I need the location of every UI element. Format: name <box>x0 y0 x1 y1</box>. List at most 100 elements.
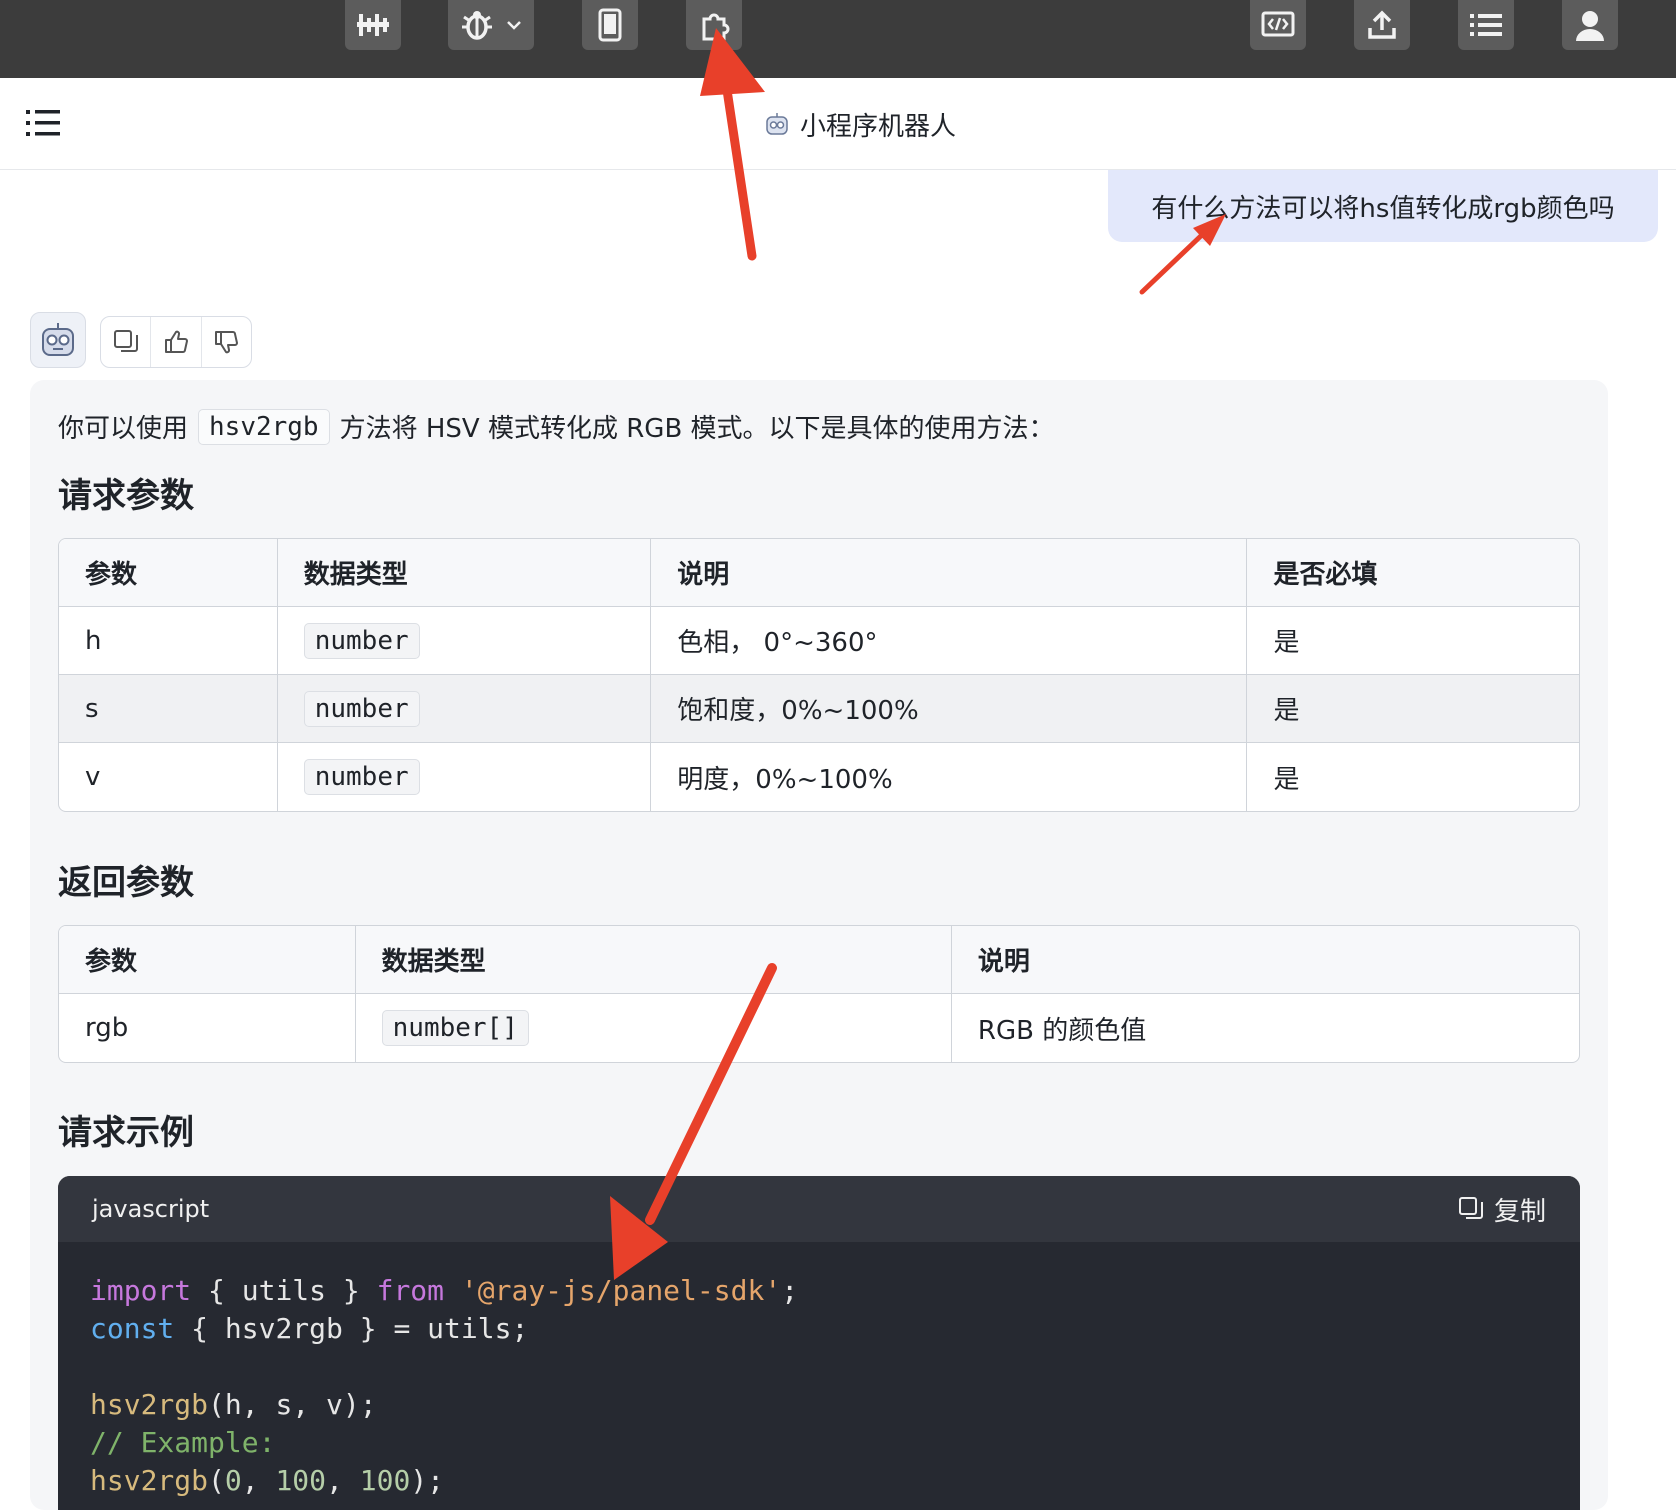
code-block-header: javascript 复制 <box>58 1176 1580 1242</box>
code-token: , <box>241 1464 276 1497</box>
code-token: { utils } <box>191 1274 377 1307</box>
table-cell: 是 <box>1247 675 1579 743</box>
bot-answer: 你可以使用 hsv2rgb 方法将 HSV 模式转化成 RGB 模式。以下是具体… <box>30 380 1608 1510</box>
copy-icon <box>113 330 138 352</box>
type-code: number <box>303 622 420 659</box>
debug-button[interactable] <box>448 0 534 50</box>
table-header: 参数 <box>59 926 356 994</box>
table-header-row: 参数 数据类型 说明 <box>59 926 1579 994</box>
page-title-text: 小程序机器人 <box>800 111 957 142</box>
table-header: 数据类型 <box>355 926 952 994</box>
answer-intro: 你可以使用 hsv2rgb 方法将 HSV 模式转化成 RGB 模式。以下是具体… <box>58 408 1055 445</box>
menu-icon[interactable] <box>26 108 60 138</box>
table-cell: 饱和度，0%~100% <box>651 675 1248 743</box>
chat-header: 小程序机器人 <box>0 78 1676 170</box>
code-token: from <box>376 1274 445 1307</box>
chat-area: 有什么方法可以将hs值转化成rgb颜色吗 你可以使用 hsv2rgb 方法将 H… <box>0 170 1676 1510</box>
table-cell: 是 <box>1273 764 1300 795</box>
user-icon <box>1576 11 1604 41</box>
request-params-table: 参数 数据类型 说明 是否必填 h number 色相， 0°~360° 是 s… <box>58 538 1580 812</box>
page-title: 小程序机器人 <box>764 100 956 148</box>
code-block: javascript 复制 import { utils } from '@ra… <box>58 1176 1580 1510</box>
table-header-row: 参数 数据类型 说明 是否必填 <box>59 539 1579 607</box>
thumbs-down-icon <box>215 331 239 354</box>
code-token: ); <box>410 1464 445 1497</box>
code-window-icon <box>1261 11 1295 37</box>
code-token: (h, s, v); <box>208 1388 377 1421</box>
request-params-title: 请求参数 <box>58 476 194 516</box>
return-params-title: 返回参数 <box>58 863 194 903</box>
device-preview-button[interactable] <box>582 0 638 50</box>
code-view-button[interactable] <box>1250 0 1306 50</box>
like-button[interactable] <box>151 317 202 367</box>
code-token: ( <box>208 1464 225 1497</box>
request-example-title: 请求示例 <box>58 1113 194 1153</box>
table-row: h number 色相， 0°~360° 是 <box>59 607 1579 675</box>
compile-button[interactable] <box>345 0 401 50</box>
account-button[interactable] <box>1562 0 1618 50</box>
list-icon <box>1470 14 1502 36</box>
code-token: 0 <box>224 1464 242 1497</box>
code-token: , <box>326 1464 360 1497</box>
table-cell: s <box>59 675 278 743</box>
code-token: ; <box>781 1274 799 1307</box>
table-cell: h <box>59 607 278 675</box>
table-cell: number[] <box>356 994 952 1062</box>
table-cell: 明度，0%~100% <box>651 743 1248 811</box>
puzzle-icon <box>702 13 730 41</box>
copy-code-button[interactable]: 复制 <box>1458 1191 1546 1228</box>
code-content: import { utils } from '@ray-js/panel-sdk… <box>58 1242 1580 1510</box>
code-token: // Example: <box>90 1426 276 1459</box>
chevron-down-icon <box>507 21 521 30</box>
code-token: const <box>90 1312 175 1345</box>
table-row: rgb number[] RGB 的颜色值 <box>59 994 1579 1062</box>
copy-code-label: 复制 <box>1493 1196 1546 1227</box>
table-header: 是否必填 <box>1247 539 1579 607</box>
table-cell: number <box>277 675 652 743</box>
code-token: '@ray-js/panel-sdk' <box>460 1274 782 1307</box>
code-token: hsv2rgb <box>90 1464 209 1497</box>
intro-text: 你可以使用 <box>58 414 189 444</box>
table-header: 说明 <box>651 539 1248 607</box>
bot-avatar <box>30 312 86 368</box>
dislike-button[interactable] <box>202 317 251 367</box>
table-cell: number <box>277 607 652 675</box>
table-cell: number <box>278 743 652 811</box>
code-token: { hsv2rgb } = utils; <box>174 1312 529 1345</box>
table-row: v number 明度，0%~100% 是 <box>59 743 1579 811</box>
table-cell: rgb <box>59 994 356 1062</box>
plugin-button[interactable] <box>686 0 742 50</box>
thumbs-up-icon <box>164 330 188 353</box>
intro-text: 方法将 HSV 模式转化成 RGB 模式。以下是具体的使用方法： <box>339 414 1055 444</box>
code-language: javascript <box>92 1195 210 1223</box>
robot-icon <box>42 323 74 356</box>
upload-button[interactable] <box>1354 0 1410 50</box>
type-code: number[] <box>381 1010 529 1046</box>
details-button[interactable] <box>1458 0 1514 50</box>
copy-icon <box>1458 1197 1483 1219</box>
table-cell: 色相， 0°~360° <box>651 607 1248 675</box>
code-token: hsv2rgb <box>90 1388 209 1421</box>
table-header: 数据类型 <box>277 539 652 607</box>
table-cell: 是 <box>1247 607 1579 675</box>
upload-icon <box>1368 10 1396 39</box>
code-token: import <box>90 1274 192 1307</box>
top-toolbar <box>0 0 1676 78</box>
bug-icon <box>462 11 492 40</box>
type-code: number <box>303 690 420 727</box>
return-params-table: 参数 数据类型 说明 rgb number[] RGB 的颜色值 <box>58 925 1580 1063</box>
robot-icon <box>766 113 788 135</box>
user-message: 有什么方法可以将hs值转化成rgb颜色吗 <box>1108 170 1658 242</box>
table-cell: RGB 的颜色值 <box>977 1015 1147 1046</box>
inline-code: hsv2rgb <box>198 408 330 445</box>
tablet-icon <box>598 8 622 42</box>
table-cell: v <box>59 743 278 811</box>
equalizer-icon <box>357 14 389 36</box>
table-row: s number 饱和度，0%~100% 是 <box>59 675 1579 743</box>
type-code: number <box>303 759 420 795</box>
copy-message-button[interactable] <box>101 317 152 367</box>
code-token: 100 <box>359 1464 411 1497</box>
table-header: 说明 <box>951 926 1579 994</box>
table-header: 参数 <box>59 539 278 607</box>
code-token: 100 <box>275 1464 327 1497</box>
